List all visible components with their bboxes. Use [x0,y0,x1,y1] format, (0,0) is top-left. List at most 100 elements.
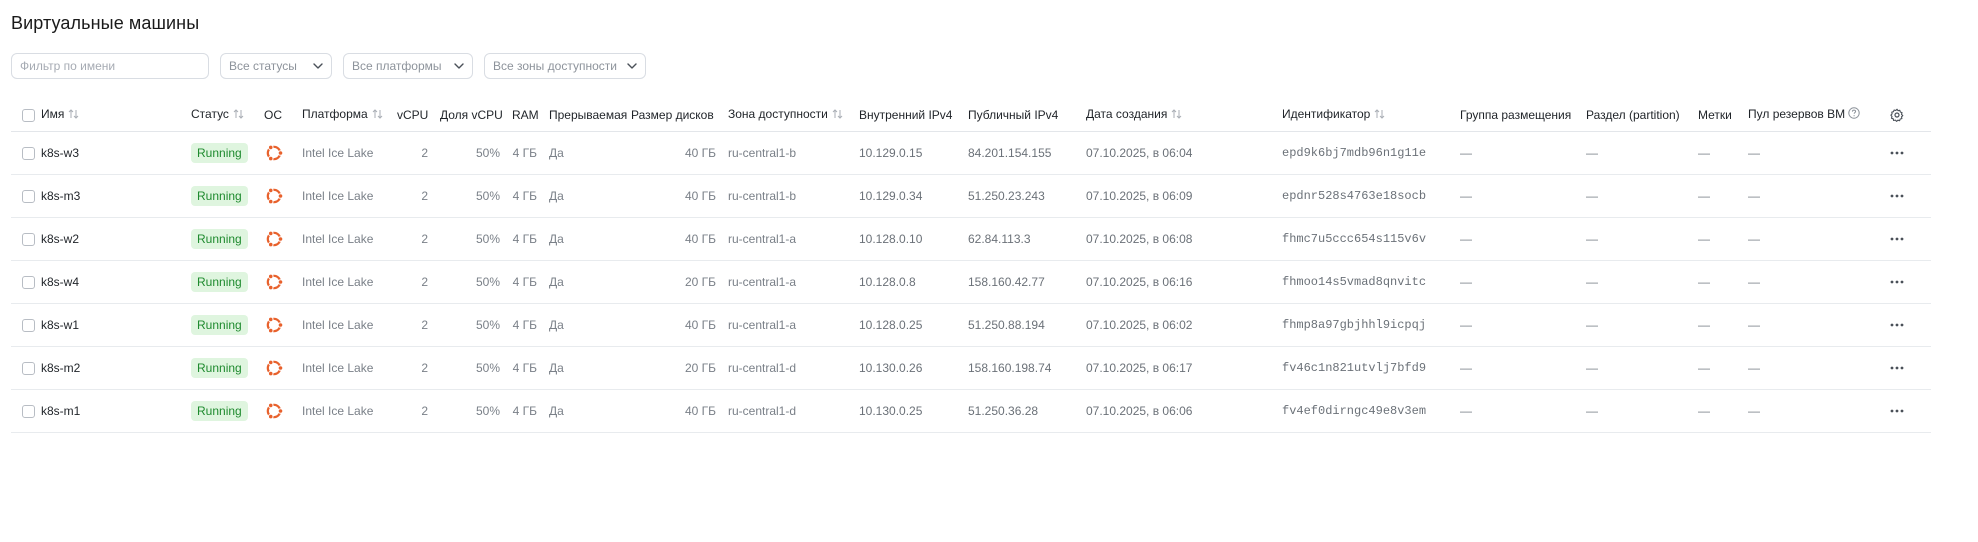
reserve-pool-cell: — [1748,217,1862,261]
row-checkbox[interactable] [22,190,35,204]
col-name[interactable]: Имя [41,98,191,132]
ubuntu-icon [264,272,284,292]
vm-id-cell: fv46c1n821utvlj7bfd9 [1282,346,1460,390]
more-actions-icon[interactable] [1886,142,1908,164]
public-ipv4-cell: 51.250.23.243 [968,174,1086,218]
os-cell [264,260,302,304]
col-ram: RAM [512,98,549,132]
table-row[interactable]: k8s-m1 Running Intel Ice Lake 2 50% 4 ГБ Да 40 … [11,389,1931,433]
more-actions-icon[interactable] [1886,185,1908,207]
disk-size-cell: 40 ГБ [631,303,728,347]
row-checkbox[interactable] [22,147,35,161]
vcpu-cell: 2 [397,260,440,304]
vm-name[interactable]: k8s-m1 [41,389,191,433]
more-actions-icon[interactable] [1886,314,1908,336]
status-filter-select[interactable]: Все статусы [220,53,332,79]
preemptible-cell: Да [549,303,631,347]
row-actions-cell [1862,260,1931,304]
labels-cell: — [1698,346,1748,390]
status-badge: Running [191,186,248,206]
vcpu-cell: 2 [397,174,440,218]
row-select-cell [11,303,41,347]
public-ipv4-cell: 51.250.36.28 [968,389,1086,433]
col-internal-ipv4-label: Внутренний IPv4 [859,107,953,122]
table-row[interactable]: k8s-w1 Running Intel Ice Lake 2 50% 4 ГБ Да 40 … [11,303,1931,347]
row-select-cell [11,346,41,390]
row-checkbox[interactable] [22,405,35,419]
col-placement-group: Группа размещения [1460,98,1586,132]
partition-cell: — [1586,131,1698,175]
vm-id-cell: fv4ef0dirngc49e8v3em [1282,389,1460,433]
col-zone[interactable]: Зона доступности [728,98,859,132]
table-row[interactable]: k8s-w2 Running Intel Ice Lake 2 50% 4 ГБ Да 40 … [11,217,1931,261]
sort-icon[interactable] [1374,108,1385,122]
created-date-cell: 07.10.2025, в 06:09 [1086,174,1282,218]
vm-name[interactable]: k8s-m2 [41,346,191,390]
internal-ipv4-cell: 10.130.0.26 [859,346,968,390]
vm-name[interactable]: k8s-w3 [41,131,191,175]
status-badge: Running [191,358,248,378]
help-icon[interactable] [1848,107,1860,122]
more-actions-icon[interactable] [1886,271,1908,293]
select-all-cell [11,98,41,132]
row-select-cell [11,389,41,433]
col-platform[interactable]: Платформа [302,98,397,132]
vcpu-share-cell: 50% [440,131,512,175]
col-name-label: Имя [41,107,65,122]
col-os: ОС [264,98,302,132]
col-created-label: Дата создания [1086,107,1168,122]
vcpu-share-cell: 50% [440,303,512,347]
col-vcpu: vCPU [397,98,440,132]
table-row[interactable]: k8s-m3 Running Intel Ice Lake 2 50% 4 ГБ Да 40 … [11,174,1931,218]
col-disk-size: Размер дисков [631,98,728,132]
col-public-ipv4-label: Публичный IPv4 [968,107,1059,122]
more-actions-icon[interactable] [1886,228,1908,250]
zone-filter-select[interactable]: Все зоны доступности [484,53,646,79]
platform-cell: Intel Ice Lake [302,303,397,347]
status-badge: Running [191,143,248,163]
vm-name[interactable]: k8s-w4 [41,260,191,304]
vm-name[interactable]: k8s-w1 [41,303,191,347]
vcpu-cell: 2 [397,389,440,433]
status-filter-label: Все статусы [229,59,297,73]
placement-group-cell: — [1460,174,1586,218]
sort-icon[interactable] [372,108,383,122]
select-all-checkbox[interactable] [22,108,35,122]
ubuntu-icon [264,315,284,335]
row-checkbox[interactable] [22,362,35,376]
table-row[interactable]: k8s-w3 Running Intel Ice Lake 2 50% 4 ГБ Да 40 … [11,131,1931,175]
settings-gear-icon[interactable] [1887,105,1907,125]
more-actions-icon[interactable] [1886,357,1908,379]
reserve-pool-cell: — [1748,174,1862,218]
col-created[interactable]: Дата создания [1086,98,1282,132]
platform-cell: Intel Ice Lake [302,174,397,218]
col-settings [1862,98,1931,132]
vm-name[interactable]: k8s-m3 [41,174,191,218]
os-cell [264,346,302,390]
name-filter-input[interactable] [11,53,209,79]
more-actions-icon[interactable] [1886,400,1908,422]
ram-cell: 4 ГБ [512,260,549,304]
created-date-cell: 07.10.2025, в 06:06 [1086,389,1282,433]
col-placement-group-label: Группа размещения [1460,107,1572,122]
partition-cell: — [1586,389,1698,433]
platform-filter-select[interactable]: Все платформы [343,53,473,79]
vm-name[interactable]: k8s-w2 [41,217,191,261]
table-row[interactable]: k8s-m2 Running Intel Ice Lake 2 50% 4 ГБ Да 20 … [11,346,1931,390]
os-cell [264,303,302,347]
col-status[interactable]: Статус [191,98,264,132]
sort-icon[interactable] [233,108,244,122]
public-ipv4-cell: 84.201.154.155 [968,131,1086,175]
col-id[interactable]: Идентификатор [1282,98,1460,132]
platform-cell: Intel Ice Lake [302,131,397,175]
labels-cell: — [1698,260,1748,304]
status-cell: Running [191,303,264,347]
sort-icon[interactable] [832,108,843,122]
table-row[interactable]: k8s-w4 Running Intel Ice Lake 2 50% 4 ГБ Да 20 … [11,260,1931,304]
vcpu-cell: 2 [397,346,440,390]
sort-icon[interactable] [1171,108,1182,122]
row-checkbox[interactable] [22,319,35,333]
sort-icon[interactable] [68,108,79,122]
row-checkbox[interactable] [22,233,35,247]
row-checkbox[interactable] [22,276,35,290]
